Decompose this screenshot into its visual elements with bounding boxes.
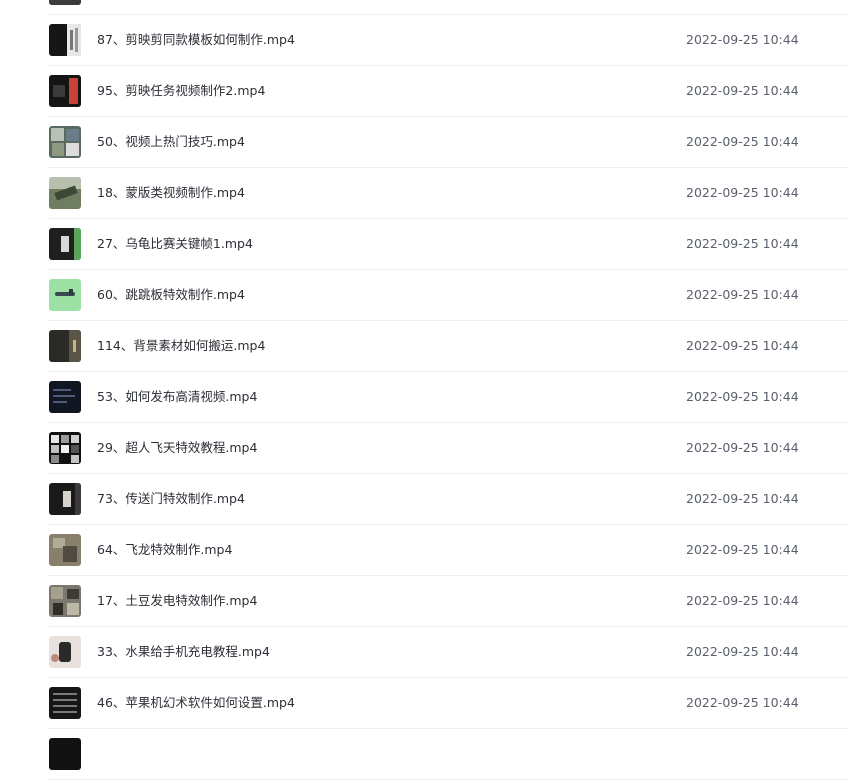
video-thumbnail-icon <box>49 483 81 515</box>
file-row[interactable] <box>48 0 848 15</box>
video-thumbnail-icon <box>49 381 81 413</box>
file-modified-time: 2022-09-25 10:44 <box>686 287 799 302</box>
file-name: 87、剪映剪同款模板如何制作.mp4 <box>97 32 295 47</box>
file-row[interactable]: 18、蒙版类视频制作.mp4 2022-09-25 10:44 <box>48 168 848 219</box>
file-row[interactable]: 27、乌龟比赛关键帧1.mp4 2022-09-25 10:44 <box>48 219 848 270</box>
video-thumbnail-icon <box>49 330 81 362</box>
video-thumbnail-icon <box>49 75 81 107</box>
file-modified-time: 2022-09-25 10:44 <box>686 32 799 47</box>
file-name: 64、飞龙特效制作.mp4 <box>97 542 233 557</box>
file-name: 18、蒙版类视频制作.mp4 <box>97 185 245 200</box>
file-modified-time: 2022-09-25 10:44 <box>686 134 799 149</box>
file-name: 29、超人飞天特效教程.mp4 <box>97 440 258 455</box>
video-thumbnail-icon <box>49 24 81 56</box>
file-modified-time: 2022-09-25 10:44 <box>686 338 799 353</box>
file-row[interactable]: 73、传送门特效制作.mp4 2022-09-25 10:44 <box>48 474 848 525</box>
file-name: 33、水果给手机充电教程.mp4 <box>97 644 270 659</box>
file-row[interactable]: 53、如何发布高清视频.mp4 2022-09-25 10:44 <box>48 372 848 423</box>
video-thumbnail-icon <box>49 687 81 719</box>
video-thumbnail-icon <box>49 636 81 668</box>
file-name: 27、乌龟比赛关键帧1.mp4 <box>97 236 253 251</box>
file-name: 50、视频上热门技巧.mp4 <box>97 134 245 149</box>
file-modified-time: 2022-09-25 10:44 <box>686 389 799 404</box>
file-row[interactable]: 87、剪映剪同款模板如何制作.mp4 2022-09-25 10:44 <box>48 15 848 66</box>
file-name: 60、跳跳板特效制作.mp4 <box>97 287 245 302</box>
file-row[interactable] <box>48 729 848 780</box>
file-list: 87、剪映剪同款模板如何制作.mp4 2022-09-25 10:44 95、剪… <box>0 0 848 780</box>
file-row[interactable]: 29、超人飞天特效教程.mp4 2022-09-25 10:44 <box>48 423 848 474</box>
video-thumbnail-icon <box>49 279 81 311</box>
file-name: 73、传送门特效制作.mp4 <box>97 491 245 506</box>
file-row[interactable]: 114、背景素材如何搬运.mp4 2022-09-25 10:44 <box>48 321 848 372</box>
video-thumbnail-icon <box>49 0 81 5</box>
file-row[interactable]: 95、剪映任务视频制作2.mp4 2022-09-25 10:44 <box>48 66 848 117</box>
file-modified-time: 2022-09-25 10:44 <box>686 542 799 557</box>
file-modified-time: 2022-09-25 10:44 <box>686 491 799 506</box>
video-thumbnail-icon <box>49 585 81 617</box>
file-row[interactable]: 33、水果给手机充电教程.mp4 2022-09-25 10:44 <box>48 627 848 678</box>
file-modified-time: 2022-09-25 10:44 <box>686 593 799 608</box>
file-name: 53、如何发布高清视频.mp4 <box>97 389 258 404</box>
file-name: 95、剪映任务视频制作2.mp4 <box>97 83 266 98</box>
file-row[interactable]: 46、苹果机幻术软件如何设置.mp4 2022-09-25 10:44 <box>48 678 848 729</box>
file-modified-time: 2022-09-25 10:44 <box>686 644 799 659</box>
video-thumbnail-icon <box>49 738 81 770</box>
video-thumbnail-icon <box>49 177 81 209</box>
file-modified-time: 2022-09-25 10:44 <box>686 236 799 251</box>
file-modified-time: 2022-09-25 10:44 <box>686 440 799 455</box>
file-modified-time: 2022-09-25 10:44 <box>686 83 799 98</box>
video-thumbnail-icon <box>49 432 81 464</box>
file-name: 114、背景素材如何搬运.mp4 <box>97 338 266 353</box>
file-name: 17、土豆发电特效制作.mp4 <box>97 593 258 608</box>
video-thumbnail-icon <box>49 126 81 158</box>
file-row[interactable]: 64、飞龙特效制作.mp4 2022-09-25 10:44 <box>48 525 848 576</box>
file-row[interactable]: 60、跳跳板特效制作.mp4 2022-09-25 10:44 <box>48 270 848 321</box>
video-thumbnail-icon <box>49 228 81 260</box>
file-row[interactable]: 17、土豆发电特效制作.mp4 2022-09-25 10:44 <box>48 576 848 627</box>
file-modified-time: 2022-09-25 10:44 <box>686 185 799 200</box>
file-modified-time: 2022-09-25 10:44 <box>686 695 799 710</box>
video-thumbnail-icon <box>49 534 81 566</box>
file-name: 46、苹果机幻术软件如何设置.mp4 <box>97 695 295 710</box>
file-row[interactable]: 50、视频上热门技巧.mp4 2022-09-25 10:44 <box>48 117 848 168</box>
